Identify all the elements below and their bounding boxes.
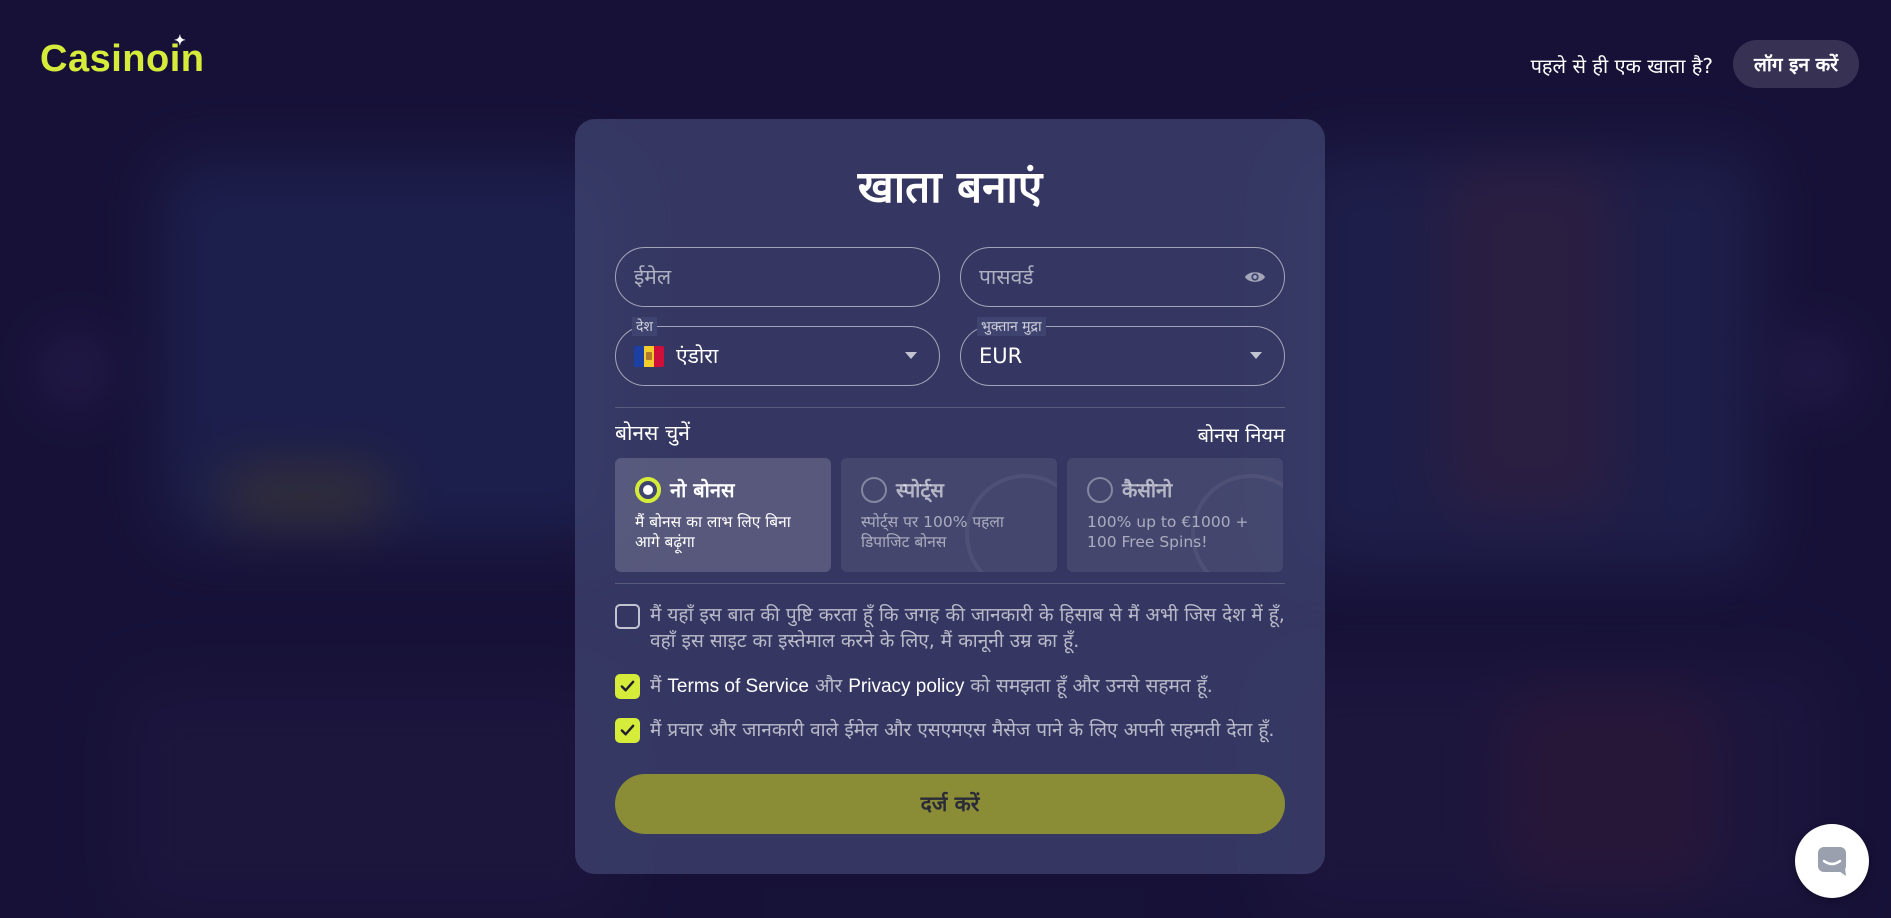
country-select[interactable]: देश एंडोरा [615,317,940,386]
bonus-rules-link[interactable]: बोनस नियम [1198,421,1285,448]
bonus-option-casino[interactable]: कैसीनो 100% up to €1000 + 100 Free Spins… [1067,458,1283,572]
page-title: खाता बनाएं [857,162,1043,213]
bonus-option-sports[interactable]: स्पोर्ट्स स्पोर्ट्स पर 100% पहला डिपाजिट… [841,458,1057,572]
chat-icon [1818,847,1846,876]
tos-prefix: मैं [650,675,662,697]
divider [615,583,1285,584]
email-input[interactable]: ईमेल [615,247,940,307]
bonus-option-no-bonus[interactable]: नो बोनस मैं बोनस का लाभ लिए बिना आगे बढ़… [615,458,831,572]
bonus-option-title: स्पोर्ट्स [896,478,944,502]
currency-select[interactable]: भुक्तान मुद्रा EUR [960,317,1285,386]
age-consent-text: मैं यहाँ इस बात की पुष्टि करता हूँ कि जग… [650,604,1285,652]
currency-value: EUR [979,344,1023,368]
radio-unselected[interactable] [1087,477,1113,503]
submit-button[interactable]: दर्ज करें [615,774,1285,834]
divider [615,407,1285,408]
checkmark-icon [620,680,635,692]
bonus-option-title: नो बोनस [670,478,735,502]
country-value: एंडोरा [676,344,719,368]
password-input[interactable]: पासवर्ड [960,247,1285,307]
radio-selected[interactable] [635,477,661,503]
casinoin-logo[interactable]: Casinoin ✦ [40,32,204,81]
bonus-option-desc: 100% up to €1000 + 100 Free Spins! [1087,513,1249,551]
checkmark-icon [620,724,635,736]
terms-of-service-link[interactable]: Terms of Service [667,676,808,697]
login-button[interactable]: लॉग इन करें [1733,40,1859,88]
andorra-flag-icon [634,345,664,367]
privacy-policy-link[interactable]: Privacy policy [848,676,964,697]
radio-unselected[interactable] [861,477,887,503]
tos-checkbox[interactable] [615,674,640,699]
tos-and: और [814,675,843,697]
email-placeholder: ईमेल [634,265,672,289]
bonus-option-desc: मैं बोनस का लाभ लिए बिना आगे बढ़ूंगा [635,513,791,551]
caret-down-icon [1250,352,1262,359]
password-placeholder: पासवर्ड [979,265,1034,289]
sparkle-icon: ✦ [174,32,187,48]
chat-button[interactable] [1795,824,1869,898]
registration-card: खाता बनाएं ईमेल पासवर्ड देश एंडोरा भुक्त… [575,119,1325,874]
age-checkbox[interactable] [615,604,640,629]
have-account-text: पहले से ही एक खाता है? [1530,54,1713,78]
currency-label: भुक्तान मुद्रा [977,317,1046,336]
country-label: देश [632,317,657,336]
eye-icon[interactable] [1244,266,1266,288]
caret-down-icon [905,352,917,359]
promo-checkbox[interactable] [615,718,640,743]
promo-consent-text: मैं प्रचार और जानकारी वाले ईमेल और एसएमए… [650,719,1275,741]
bonus-option-title: कैसीनो [1122,478,1173,502]
tos-consent-text: मैं Terms of Service और Privacy policy क… [650,673,1213,700]
bonus-option-desc: स्पोर्ट्स पर 100% पहला डिपाजिट बोनस [861,513,1004,551]
bonus-heading: बोनस चुनें [615,421,690,445]
tos-suffix: को समझता हूँ और उनसे सहमत हूँ. [970,675,1213,697]
